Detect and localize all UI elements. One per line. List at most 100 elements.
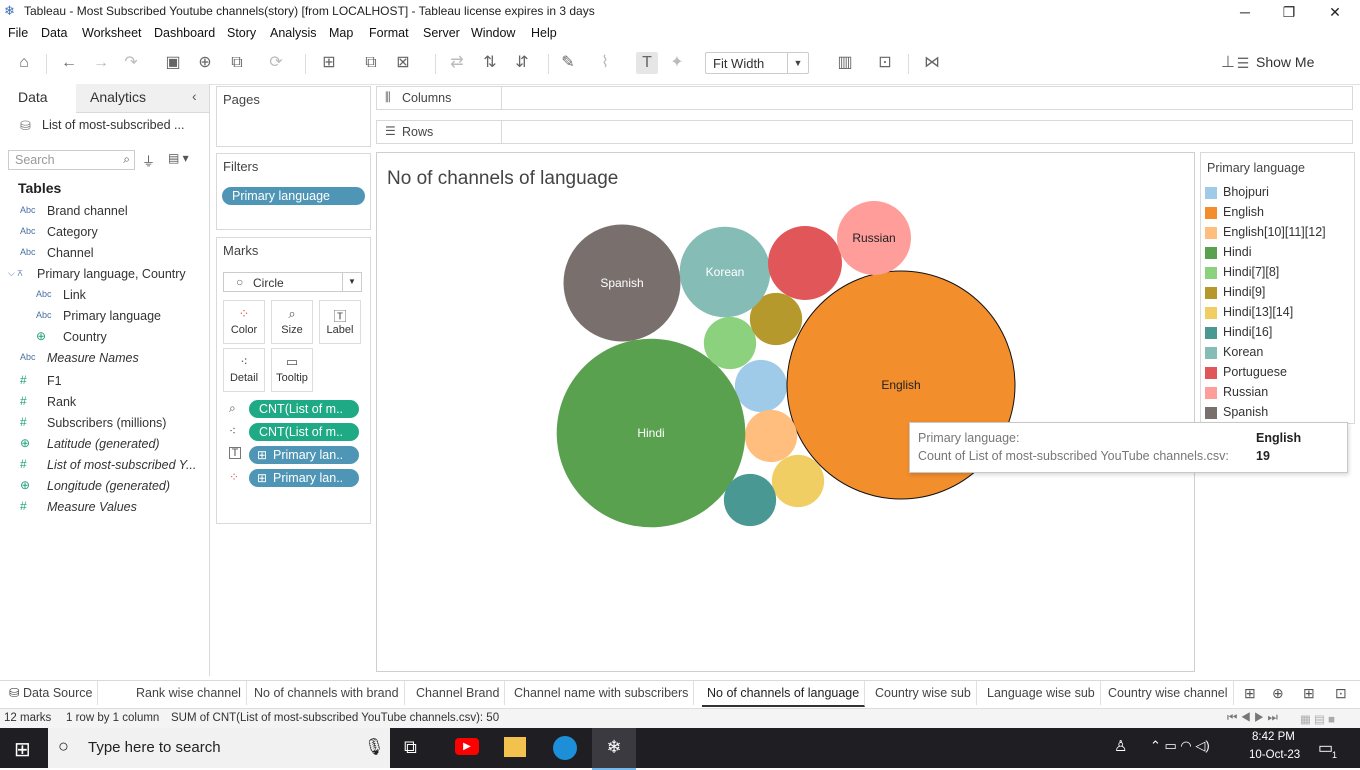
menu-worksheet[interactable]: Worksheet <box>82 26 142 40</box>
tab-country-wise-sub[interactable]: Country wise sub <box>870 681 977 705</box>
field-item[interactable]: Abc Measure Names <box>0 349 205 369</box>
filters-card[interactable]: Filters Primary language <box>216 153 371 230</box>
forward-icon[interactable]: → <box>90 52 112 74</box>
legend-item[interactable]: Hindi <box>1205 243 1353 263</box>
legend-item[interactable]: Hindi[16] <box>1205 323 1353 343</box>
marks-pill-label[interactable]: ⊞ Primary lan.. <box>249 446 359 464</box>
tableau-taskbar-icon[interactable]: ❄ <box>592 728 636 770</box>
field-item[interactable]: Abc Category <box>0 223 205 243</box>
marks-pill-detail[interactable]: CNT(List of m.. <box>249 423 359 441</box>
tab-channel-name-subscribers[interactable]: Channel name with subscribers <box>509 681 695 705</box>
menu-server[interactable]: Server <box>423 26 460 40</box>
filter-pill-primary-language[interactable]: Primary language <box>222 187 365 205</box>
legend-item[interactable]: Hindi[13][14] <box>1205 303 1353 323</box>
mark-type-dropdown[interactable]: ○ Circle ▼ <box>223 272 362 292</box>
sheet-nav-icons[interactable]: ⏮ ◀ ▶ ⏭ <box>1227 712 1278 725</box>
maximize-button[interactable]: ❐ <box>1266 0 1312 24</box>
tab-data[interactable]: Data <box>0 84 76 112</box>
file-explorer-icon[interactable] <box>504 737 526 757</box>
legend-item[interactable]: Spanish <box>1205 403 1353 423</box>
new-datasource-icon[interactable]: ⊕ <box>194 52 216 74</box>
swap-rows-columns-icon[interactable]: ⇄ <box>446 52 468 74</box>
system-tray-icons[interactable]: ⌃ ▭ ◠ ◁) <box>1150 738 1210 754</box>
presentation-mode-icon[interactable]: ⊡ <box>874 52 896 74</box>
menu-data[interactable]: Data <box>41 26 67 40</box>
field-item[interactable]: # F1 <box>0 372 205 392</box>
view-mode-icons[interactable]: ▦ ▤ ■ <box>1300 712 1335 726</box>
bubble-chart[interactable]: Spanish Korean Russian Hindi English <box>377 153 1194 671</box>
tab-language-wise-sub[interactable]: Language wise sub <box>982 681 1101 705</box>
tab-channel-brand[interactable]: Channel Brand <box>411 681 506 705</box>
field-item[interactable]: # Subscribers (millions) <box>0 414 205 434</box>
legend-item[interactable]: Korean <box>1205 343 1353 363</box>
color-legend[interactable]: Primary language Bhojpuri English English[… <box>1200 152 1355 424</box>
view-canvas[interactable]: No of channels of language Spanish Korean… <box>376 152 1195 672</box>
bubble-hindi-16-[interactable] <box>723 473 777 527</box>
field-item[interactable]: ⊕ Country <box>0 328 205 348</box>
pages-card[interactable]: Pages <box>216 86 371 147</box>
menu-analysis[interactable]: Analysis <box>270 26 317 40</box>
bubble-english-10-11-12-[interactable] <box>744 409 798 463</box>
menu-help[interactable]: Help <box>531 26 557 40</box>
show-cards-icon[interactable]: ▥ <box>834 52 856 74</box>
tab-channels-of-language[interactable]: No of channels of language <box>702 681 866 707</box>
people-icon[interactable]: ♙ <box>1114 737 1127 755</box>
windows-start-icon[interactable]: ⊞ <box>14 737 31 762</box>
field-item[interactable]: ⊕ Latitude (generated) <box>0 435 205 455</box>
menu-format[interactable]: Format <box>369 26 409 40</box>
tab-rank-wise-channel[interactable]: Rank wise channel <box>131 681 247 705</box>
sort-ascending-icon[interactable]: ⇅ <box>479 52 501 74</box>
view-options-icon[interactable]: ▤ ▾ <box>168 151 189 165</box>
legend-item[interactable]: Hindi[9] <box>1205 283 1353 303</box>
youtube-icon[interactable]: ▶ <box>455 738 479 755</box>
show-me-button[interactable]: Show Me <box>1256 54 1314 70</box>
minimize-button[interactable]: ─ <box>1222 0 1268 24</box>
new-story-icon[interactable]: ⊡ <box>1335 685 1347 702</box>
menu-file[interactable]: File <box>8 26 28 40</box>
edge-browser-icon[interactable] <box>553 736 577 760</box>
field-item[interactable]: Abc Brand channel <box>0 202 205 222</box>
menu-window[interactable]: Window <box>471 26 515 40</box>
notification-icon[interactable]: ▭ <box>1318 738 1333 758</box>
share-icon[interactable]: ⋈ <box>921 52 943 74</box>
bubble-bhojpuri[interactable] <box>734 359 788 413</box>
legend-item[interactable]: Portuguese <box>1205 363 1353 383</box>
legend-item[interactable]: English[10][11][12] <box>1205 223 1353 243</box>
group-icon[interactable]: ⌇ <box>594 52 616 74</box>
tab-country-wise-channel[interactable]: Country wise channel <box>1103 681 1234 705</box>
highlight-icon[interactable]: ✎ <box>557 52 579 74</box>
tab-channels-with-brand[interactable]: No of channels with brand <box>249 681 405 705</box>
tooltip-button[interactable]: ▭ Tooltip <box>271 348 313 392</box>
back-icon[interactable]: ← <box>58 52 80 74</box>
fix-axes-icon[interactable]: ✦ <box>666 52 688 74</box>
task-view-icon[interactable]: ⧉ <box>404 737 417 758</box>
field-item[interactable]: Abc Primary language <box>0 307 205 327</box>
menu-map[interactable]: Map <box>329 26 353 40</box>
legend-item[interactable]: Hindi[7][8] <box>1205 263 1353 283</box>
field-item[interactable]: Abc Channel <box>0 244 205 264</box>
legend-item[interactable]: Russian <box>1205 383 1353 403</box>
filter-icon[interactable]: ⏚ <box>142 151 155 170</box>
field-item[interactable]: # Rank <box>0 393 205 413</box>
tab-analytics[interactable]: Analytics ‹ <box>76 84 209 113</box>
clear-sheet-icon[interactable]: ⊠ <box>392 52 414 74</box>
fit-dropdown[interactable]: Fit Width ▼ <box>705 52 809 74</box>
show-labels-icon[interactable]: T <box>636 52 658 74</box>
marks-pill-size[interactable]: CNT(List of m.. <box>249 400 359 418</box>
legend-item[interactable]: English <box>1205 203 1353 223</box>
columns-shelf[interactable]: ⫼ Columns <box>376 86 1353 110</box>
new-story-icon[interactable]: ⊞ <box>1303 685 1315 702</box>
rows-shelf[interactable]: ☰ Rows <box>376 120 1353 144</box>
duplicate-sheet-icon[interactable]: ⧉ <box>360 52 382 74</box>
field-item[interactable]: # Measure Values <box>0 498 205 518</box>
bubble-hindi-7-8-[interactable] <box>703 316 757 370</box>
tab-data-source[interactable]: ⛁ Data Source <box>4 681 99 705</box>
datasource-name[interactable]: List of most-subscribed ... <box>42 118 184 132</box>
field-item[interactable]: ⌵ ⊼ Primary language, Country <box>0 265 205 285</box>
new-dashboard-icon[interactable]: ⊕ <box>1272 685 1284 702</box>
bubble-portuguese[interactable] <box>768 226 842 300</box>
detail-button[interactable]: ⁖ Detail <box>223 348 265 392</box>
size-button[interactable]: ⌕ Size <box>271 300 313 344</box>
microphone-icon[interactable]: 🎙 <box>364 737 384 757</box>
color-button[interactable]: ⁘ Color <box>223 300 265 344</box>
